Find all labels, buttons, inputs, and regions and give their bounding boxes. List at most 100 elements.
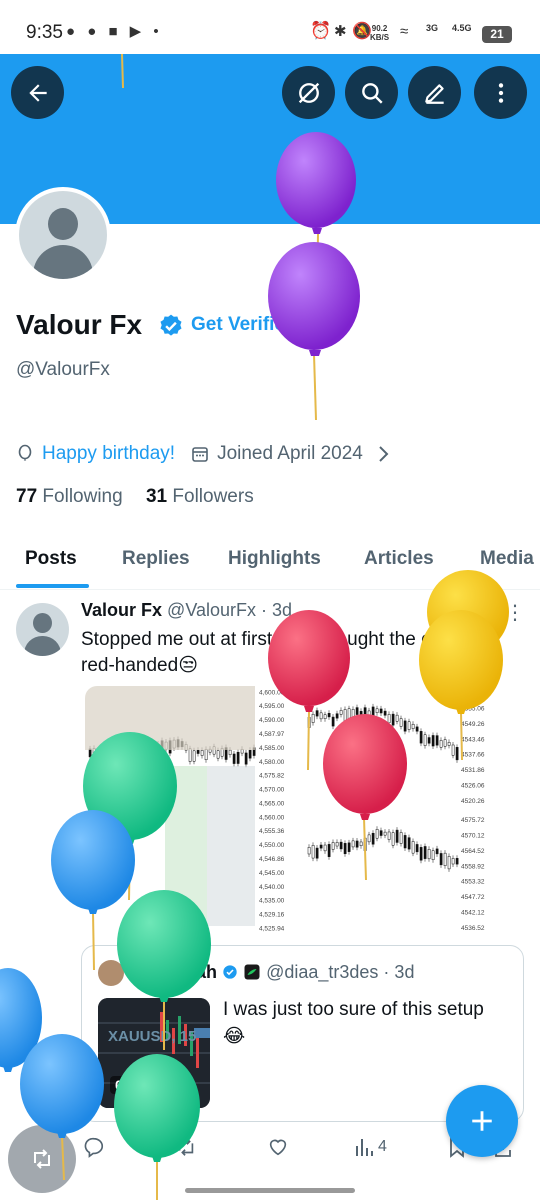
price-tick-label: 4547.72 — [461, 894, 485, 901]
candle — [419, 847, 423, 861]
price-tick-label: 4520.26 — [461, 798, 485, 805]
price-tick-label: 4,575.82 — [259, 773, 285, 780]
candle — [204, 749, 208, 760]
followers-link[interactable]: 31 Followers — [146, 486, 254, 507]
quote-header: Haleemah @diaa_tr3des · 3d — [132, 962, 414, 983]
bluetooth-icon: ✱ — [334, 23, 347, 40]
candle — [383, 831, 387, 836]
quote-text: I was just too sure of this setup😂 — [223, 999, 484, 1047]
notification-icons: ● ● ■ ▶ • — [66, 23, 163, 40]
verified-badge-icon — [223, 965, 237, 979]
supply-zone — [85, 686, 255, 750]
post-author-name[interactable]: Valour Fx — [81, 600, 162, 620]
price-tick-label: 4526.06 — [461, 782, 485, 789]
candle — [315, 710, 319, 717]
following-link[interactable]: 77 Following — [16, 486, 123, 507]
grok-button[interactable] — [282, 66, 335, 119]
candle — [188, 748, 192, 762]
trading-chart-image-1[interactable]: 4,600.00 4,595.00 4,590.00 4,587.97 4,585.00… — [85, 686, 300, 936]
candle — [339, 841, 343, 850]
tab-highlights[interactable]: Highlights — [228, 548, 321, 570]
more-vertical-icon — [498, 82, 503, 103]
default-avatar-icon — [19, 191, 107, 279]
candle — [443, 852, 447, 866]
compose-post-button[interactable] — [446, 1085, 518, 1157]
candle — [411, 841, 415, 854]
candle — [367, 834, 371, 843]
post-media-grid[interactable]: 4,600.00 4,595.00 4,590.00 4,587.97 4,585.00… — [85, 686, 497, 936]
edit-button[interactable] — [408, 66, 461, 119]
reply-button[interactable] — [83, 1136, 105, 1158]
candle — [311, 845, 315, 859]
candle — [407, 837, 411, 850]
birthday-link[interactable]: Happy birthday! — [42, 443, 175, 465]
back-button[interactable] — [11, 66, 64, 119]
arrow-left-icon — [28, 83, 47, 102]
candle — [96, 751, 100, 756]
price-tick-label: 4536.52 — [461, 925, 485, 932]
candle — [351, 840, 355, 848]
more-button[interactable] — [474, 66, 527, 119]
profile-name: Valour Fx — [16, 309, 143, 340]
candle — [419, 731, 423, 744]
price-tick-label: 4,565.00 — [259, 800, 285, 807]
post-avatar[interactable] — [16, 603, 69, 656]
candle — [435, 735, 439, 746]
candle — [355, 840, 359, 848]
candle — [232, 753, 236, 764]
follow-stats: 77 Following 31 Followers — [16, 486, 254, 508]
candle — [435, 848, 439, 855]
quote-author-name: Haleemah — [132, 962, 218, 982]
tab-posts[interactable]: Posts — [25, 548, 77, 570]
get-verified-link[interactable]: Get Verified — [191, 314, 297, 336]
views-icon — [356, 1139, 373, 1156]
candle — [335, 842, 339, 847]
price-tick-label: 4542.12 — [461, 909, 485, 916]
candle — [327, 713, 331, 718]
price-tick-label: 4,595.00 — [259, 703, 285, 710]
candle — [383, 710, 387, 716]
repost-icon — [178, 1138, 194, 1156]
tab-replies[interactable]: Replies — [122, 548, 190, 570]
search-button[interactable] — [345, 66, 398, 119]
calendar-icon — [192, 447, 208, 462]
candle — [192, 750, 196, 762]
video-duration: 0:35 — [110, 1076, 149, 1094]
candle — [427, 737, 431, 744]
candle — [379, 708, 383, 714]
candle — [367, 710, 371, 719]
profile-meta: Happy birthday! Joined April 2024 — [16, 443, 389, 465]
candle — [423, 734, 427, 746]
floating-repost-button[interactable] — [8, 1125, 76, 1193]
trading-chart-image-3[interactable]: 4575.72 4570.12 4564.52 4558.92 4553.32 4547.… — [304, 813, 497, 936]
candle — [120, 750, 124, 755]
search-icon — [361, 82, 383, 104]
candle — [343, 709, 347, 722]
post-more-icon[interactable]: ⋮ — [505, 600, 525, 625]
views-button[interactable]: 4 — [354, 1136, 387, 1158]
repost-button[interactable] — [174, 1136, 198, 1158]
tab-articles[interactable]: Articles — [364, 548, 434, 570]
price-tick-label: 4,560.00 — [259, 814, 285, 821]
candle — [363, 707, 367, 720]
candle — [391, 832, 395, 846]
candle — [387, 831, 391, 840]
gesture-nav-bar[interactable] — [185, 1188, 355, 1193]
price-tick-label: 4564.52 — [461, 848, 485, 855]
candle — [196, 750, 200, 754]
chevron-right-icon[interactable] — [377, 445, 389, 463]
candle — [411, 723, 415, 729]
trading-chart-image-2[interactable]: 4560.80 4555.06 4549.26 4543.46 4537.66 4531.… — [304, 686, 497, 809]
profile-avatar[interactable] — [15, 187, 111, 283]
candle — [359, 711, 363, 722]
candle — [451, 858, 455, 865]
candle — [431, 850, 435, 861]
active-tab-indicator — [16, 584, 89, 588]
like-button[interactable] — [267, 1136, 289, 1158]
price-tick-label: 4560.80 — [461, 690, 485, 697]
joined-date: Joined April 2024 — [217, 443, 363, 464]
tab-media[interactable]: Media — [480, 548, 534, 570]
candle — [379, 830, 383, 836]
quote-video-thumbnail[interactable]: XAUUSD, 15 0:35 — [98, 998, 210, 1108]
mute-icon: 🔕 — [352, 23, 372, 40]
